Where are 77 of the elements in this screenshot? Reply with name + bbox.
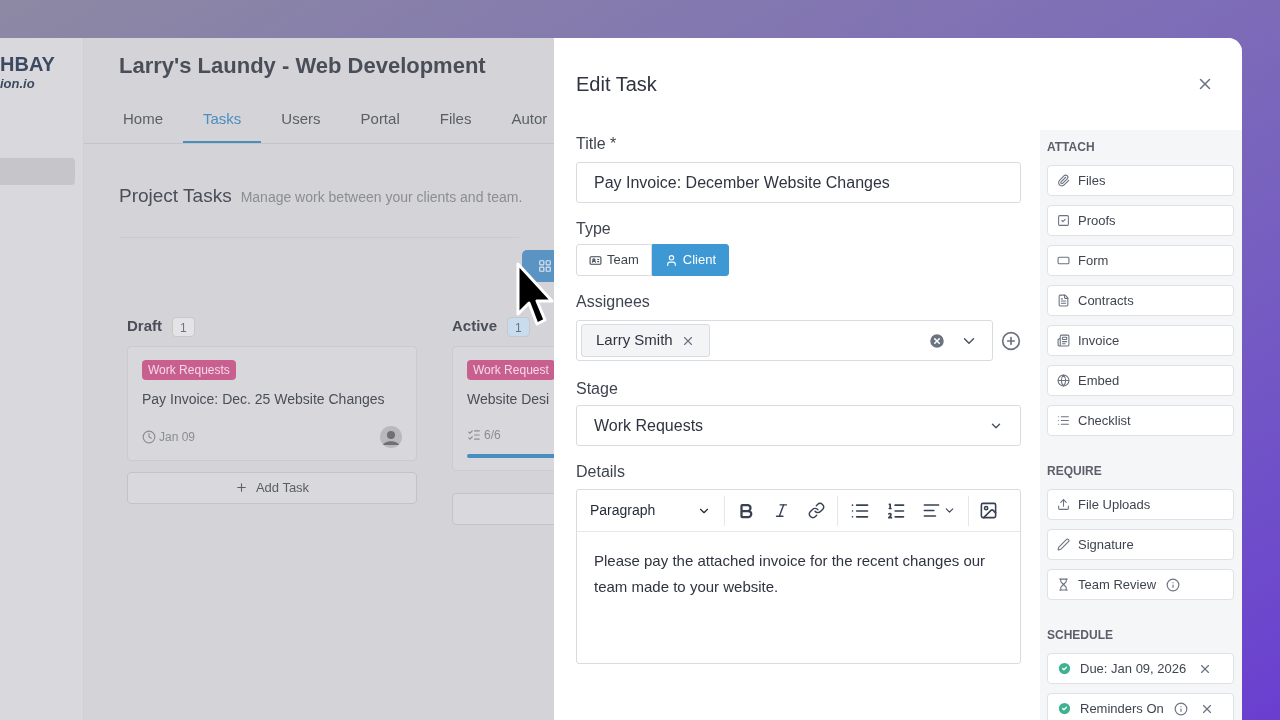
checklist-icon (467, 427, 481, 442)
count-badge: 1 (507, 316, 530, 337)
align-dropdown[interactable] (922, 501, 956, 520)
pen-icon (1057, 538, 1070, 551)
clear-icon[interactable] (928, 331, 946, 350)
logo-domain: ion.io (0, 76, 36, 92)
view-toggle-button[interactable] (522, 249, 554, 282)
form-icon (1057, 254, 1070, 267)
link-icon[interactable] (808, 502, 825, 519)
list-icon (1057, 414, 1070, 427)
id-card-icon (589, 253, 602, 267)
add-icon[interactable] (1001, 330, 1021, 351)
tag: Work Request (467, 359, 554, 380)
details-editor[interactable]: Paragraph Please pay the attached invoice for the recent changes our team made to your website. (576, 489, 1021, 664)
column-title: Draft (127, 316, 162, 337)
sidebar-action-button[interactable]: Form (1047, 245, 1234, 276)
sidebar-action-button[interactable]: Due: Jan 09, 2026 (1047, 653, 1234, 684)
panel-title: Edit Task (576, 72, 657, 97)
assignees-select[interactable]: Larry Smith (576, 320, 993, 361)
section-heading: ATTACH (1047, 139, 1096, 156)
invoice-icon (1057, 334, 1070, 347)
image-icon[interactable] (979, 501, 998, 520)
globe-icon (1057, 374, 1070, 387)
task-card[interactable]: Work Request Website Desi 6/6 (452, 345, 554, 471)
tag: Work Requests (142, 359, 236, 380)
sidebar-action-button[interactable]: Signature (1047, 529, 1234, 560)
format-dropdown[interactable]: Paragraph (577, 495, 725, 526)
task-meta: Jan 09 (159, 428, 196, 446)
user-icon (664, 253, 678, 267)
logo-text: HBAY (0, 52, 56, 76)
task-title: Pay Invoice: Dec. 25 Website Changes (142, 389, 386, 409)
sidebar-action-button[interactable]: File Uploads (1047, 489, 1234, 520)
column-title: Active (452, 316, 498, 337)
task-title: Website Desi (467, 389, 551, 409)
clock-icon (142, 429, 156, 444)
checkbox-icon (1057, 214, 1070, 227)
project-title: Larry's Laundy - Web Development (118, 52, 487, 80)
field-label: Assignees (576, 292, 651, 312)
upload-icon (1057, 498, 1070, 511)
field-label: Stage (576, 379, 619, 399)
plus-icon (234, 481, 248, 494)
stage-select[interactable]: Work Requests (576, 405, 1021, 446)
sidebar-action-button[interactable]: Contracts (1047, 285, 1234, 316)
sidebar-action-button[interactable]: Embed (1047, 365, 1234, 396)
details-text: Please pay the attached invoice for the recent changes our team made to your website. (593, 551, 987, 597)
document-icon (1057, 294, 1070, 307)
field-label: Type (576, 219, 612, 239)
title-input[interactable]: Pay Invoice: December Website Changes (576, 162, 1021, 203)
sidebar-action-button[interactable]: Team Review (1047, 569, 1234, 600)
assignee-chip[interactable]: Larry Smith (581, 324, 710, 357)
italic-icon[interactable] (773, 502, 790, 519)
type-toggle[interactable]: Team (576, 244, 652, 276)
nav-tab[interactable]: Portal (340, 97, 420, 143)
bold-icon[interactable] (737, 501, 755, 520)
paperclip-icon (1057, 174, 1070, 187)
section-heading: REQUIRE (1047, 463, 1103, 480)
count-badge: 1 (172, 316, 195, 337)
field-label: Details (576, 462, 626, 482)
nav-tab[interactable]: Home (103, 97, 183, 143)
add-task-button[interactable]: Add Task (127, 471, 417, 504)
sidebar-action-button[interactable]: Files (1047, 165, 1234, 196)
sidebar-action-button[interactable]: Invoice (1047, 325, 1234, 356)
nav-tab[interactable]: Users (261, 97, 341, 143)
hourglass-icon (1057, 578, 1070, 591)
grid-icon (538, 258, 552, 273)
sidebar-action-button[interactable]: Reminders On (1047, 693, 1234, 720)
task-card[interactable]: Work Requests Pay Invoice: Dec. 25 Website Changes Jan 09 (127, 345, 417, 461)
section-title: Project Tasks (119, 184, 232, 208)
section-subtitle: Manage work between your clients and team. (240, 188, 523, 207)
nav-tab[interactable]: Autor (491, 97, 554, 143)
section-heading: SCHEDULE (1047, 627, 1114, 644)
field-label: Title * (576, 134, 618, 154)
nav-tab[interactable]: Files (419, 97, 492, 143)
task-meta: 6/6 (484, 426, 501, 444)
align-left-icon (922, 501, 941, 520)
sidebar-action-button[interactable]: Proofs (1047, 205, 1234, 236)
sidebar-action-button[interactable]: Checklist (1047, 405, 1234, 436)
